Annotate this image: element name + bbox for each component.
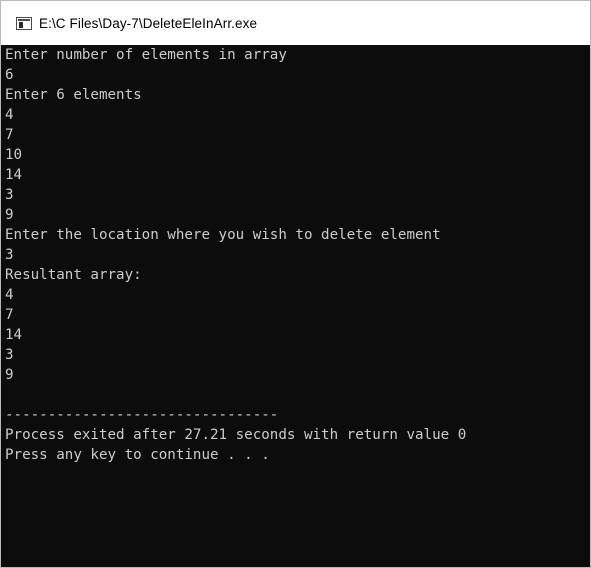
console-output[interactable]: Enter number of elements in array 6 Ente…: [1, 45, 590, 567]
console-line: 10: [5, 147, 23, 163]
console-line: 9: [5, 367, 14, 383]
console-line: Enter number of elements in array: [5, 47, 287, 63]
window-title: E:\C Files\Day-7\DeleteEleInArr.exe: [39, 15, 258, 31]
console-line: 7: [5, 127, 14, 143]
console-line: 4: [5, 287, 14, 303]
console-line: 14: [5, 167, 23, 183]
console-line: 4: [5, 107, 14, 123]
console-line: 14: [5, 327, 23, 343]
process-exit-message: Process exited after 27.21 seconds with …: [5, 427, 467, 443]
press-any-key-prompt: Press any key to continue . . .: [5, 447, 270, 463]
console-line: Resultant array:: [5, 267, 142, 283]
title-bar[interactable]: E:\C Files\Day-7\DeleteEleInArr.exe: [1, 1, 590, 45]
console-line: 3: [5, 187, 14, 203]
console-line: 3: [5, 347, 14, 363]
console-line: 9: [5, 207, 14, 223]
console-app-icon[interactable]: [16, 16, 32, 30]
console-line: 7: [5, 307, 14, 323]
console-line: 6: [5, 67, 14, 83]
console-line: Enter the location where you wish to del…: [5, 227, 441, 243]
console-line: 3: [5, 247, 14, 263]
console-window: E:\C Files\Day-7\DeleteEleInArr.exe Ente…: [0, 0, 591, 568]
console-separator: --------------------------------: [5, 407, 279, 423]
console-line: Enter 6 elements: [5, 87, 142, 103]
